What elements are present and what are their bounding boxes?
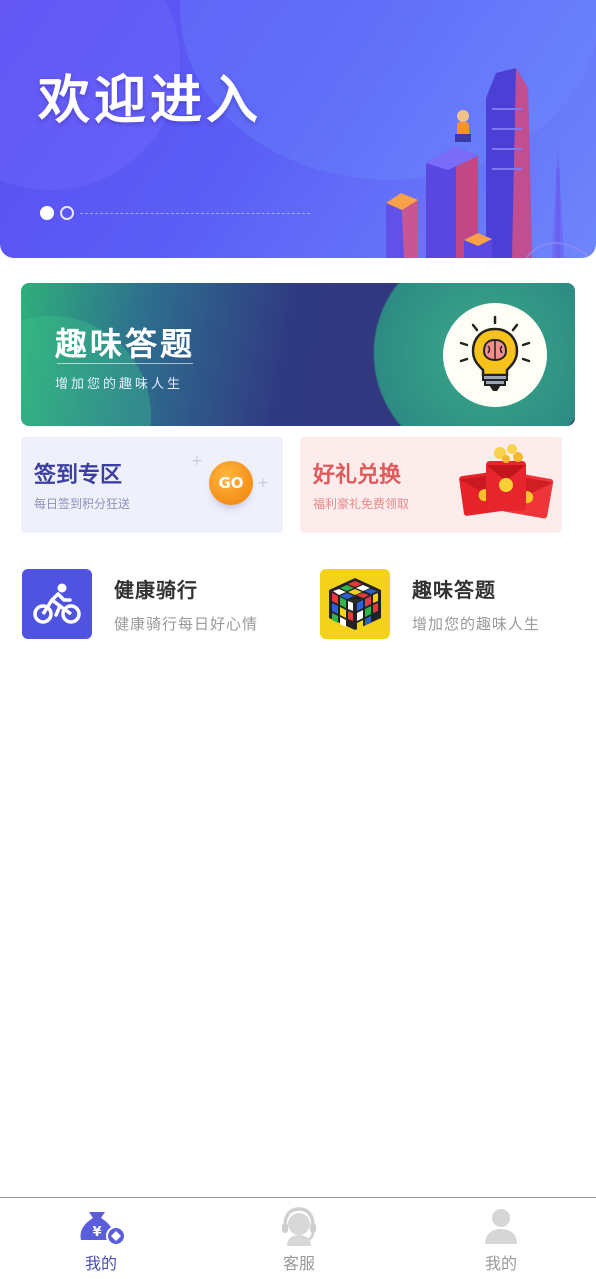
quiz-banner-subtitle: 增加您的趣味人生 xyxy=(55,377,184,392)
checkin-subtitle: 每日签到积分狂送 xyxy=(34,497,131,511)
checkin-card[interactable]: 签到专区 每日签到积分狂送 + + GO xyxy=(21,437,283,533)
gift-exchange-card[interactable]: 好礼兑换 福利豪礼免费领取 xyxy=(300,437,562,533)
quiz-banner-title: 趣味答题 xyxy=(55,325,196,363)
sparkle-icon: + xyxy=(257,475,269,491)
city-skyline-illustration xyxy=(386,68,592,258)
checkin-title: 签到专区 xyxy=(34,463,123,488)
feature-title: 健康骑行 xyxy=(114,578,198,602)
lightbulb-brain-icon xyxy=(443,303,547,407)
welcome-banner[interactable]: 欢迎进入 xyxy=(0,0,596,258)
gift-subtitle: 福利豪礼免费领取 xyxy=(313,497,410,511)
gift-title: 好礼兑换 xyxy=(313,463,402,488)
tab-label: 我的 xyxy=(484,1254,517,1273)
red-envelope-icon xyxy=(459,444,554,519)
app-page: 欢迎进入 趣味答题 增加您的趣味人生 签到专区 每日签到积分狂送 + + GO … xyxy=(0,0,596,1279)
money-bag-icon: ¥ xyxy=(75,1206,127,1246)
tab-mine-profile[interactable]: 我的 xyxy=(456,1206,546,1274)
svg-text:¥: ¥ xyxy=(92,1225,101,1240)
banner-title: 欢迎进入 xyxy=(38,71,263,131)
tab-label: 我的 xyxy=(84,1254,117,1273)
indicator-dot xyxy=(60,206,74,220)
banner-page-indicator xyxy=(40,206,310,220)
tab-label: 客服 xyxy=(282,1254,315,1273)
quiz-banner-card[interactable]: 趣味答题 增加您的趣味人生 xyxy=(21,283,575,426)
bottom-tab-bar: ¥ 我的 客服 我的 xyxy=(0,1197,596,1279)
tab-mine-wallet[interactable]: ¥ 我的 xyxy=(56,1206,146,1274)
feature-healthy-riding[interactable]: 健康骑行 健康骑行每日好心情 xyxy=(22,568,258,640)
feature-subtitle: 增加您的趣味人生 xyxy=(412,615,541,633)
cycling-icon xyxy=(22,569,92,639)
customer-service-icon xyxy=(273,1206,325,1246)
go-button[interactable]: GO xyxy=(209,461,253,505)
indicator-dot-active xyxy=(40,206,54,220)
feature-fun-quiz[interactable]: 趣味答题 增加您的趣味人生 xyxy=(320,568,540,640)
tab-customer-service[interactable]: 客服 xyxy=(254,1206,344,1274)
sparkle-icon: + xyxy=(191,453,203,469)
rubiks-cube-icon xyxy=(320,569,390,639)
user-icon xyxy=(475,1206,527,1246)
feature-title: 趣味答题 xyxy=(412,578,496,602)
feature-subtitle: 健康骑行每日好心情 xyxy=(114,615,259,633)
